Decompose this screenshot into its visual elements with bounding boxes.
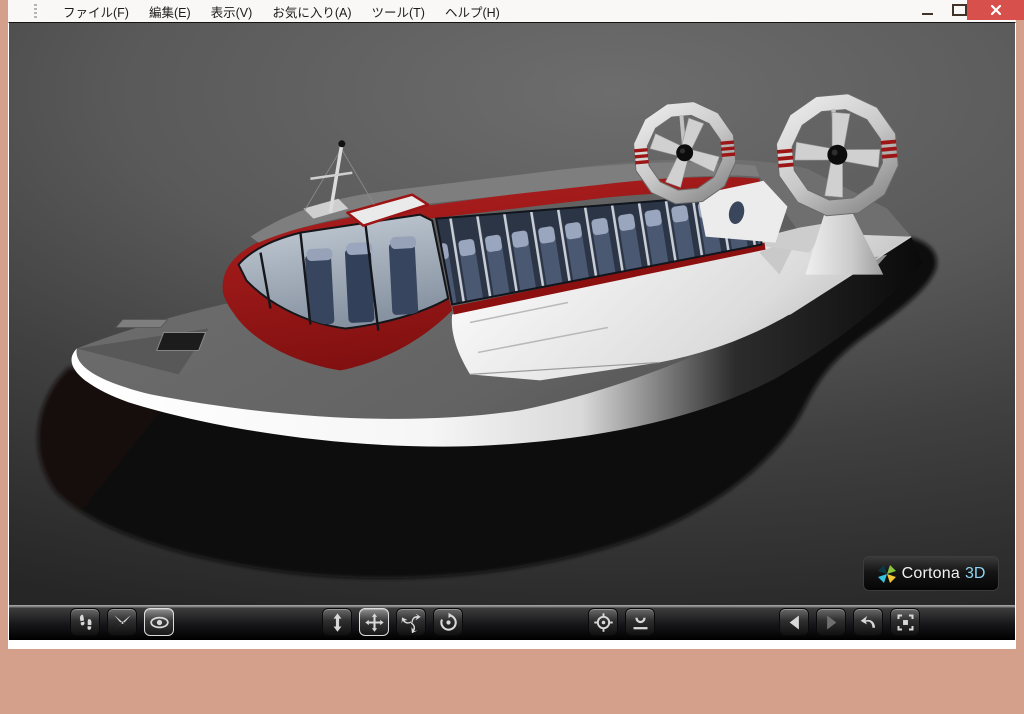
viewport-3d[interactable]: Cortona 3D [8, 22, 1016, 605]
minimize-icon [922, 13, 933, 15]
straighten-icon [630, 612, 651, 633]
spin-arrow-icon [438, 612, 459, 633]
deck-hatch-front [116, 319, 168, 327]
rotate-arrows-icon [401, 612, 422, 633]
turn-button[interactable] [396, 608, 426, 636]
undo-arrow-icon [858, 612, 879, 633]
up-down-arrow-icon [327, 612, 348, 633]
fit-brackets-icon [895, 612, 916, 633]
seek-button[interactable] [588, 608, 618, 636]
fly-icon [112, 612, 133, 633]
close-icon [989, 3, 1003, 17]
cortona-toolbar [8, 605, 1016, 640]
client-area: ファイル(F) 編集(E) 表示(V) お気に入り(A) ツール(T) ヘルプ(… [8, 0, 1016, 649]
fly-mode-button[interactable] [107, 608, 137, 636]
logo-brand-text: Cortona [902, 565, 960, 583]
minimize-button[interactable] [912, 0, 942, 20]
deck-hatch-opening [157, 332, 206, 350]
title-bar [0, 0, 1024, 22]
maximize-icon [952, 4, 967, 16]
close-button[interactable] [967, 0, 1024, 20]
fit-to-window-button[interactable] [890, 608, 920, 636]
prev-viewpoint-button[interactable] [779, 608, 809, 636]
pan-button[interactable] [359, 608, 389, 636]
walk-icon [75, 612, 96, 633]
browser-window: C:¥Users¥pc-user¥Desktop¥N e C:¥Users¥pc… [0, 0, 1024, 714]
cortona3d-logo[interactable]: Cortona 3D [863, 556, 999, 591]
walk-mode-button[interactable] [70, 608, 100, 636]
model-seats [305, 236, 418, 325]
study-mode-button[interactable] [144, 608, 174, 636]
next-triangle-icon [821, 612, 842, 633]
restore-viewpoint-button[interactable] [853, 608, 883, 636]
hovercraft-model-canvas[interactable] [9, 23, 1015, 605]
eye-icon [149, 612, 170, 633]
move-vertical-button[interactable] [322, 608, 352, 636]
logo-suffix-text: 3D [965, 565, 985, 583]
cortona-pinwheel-icon [877, 564, 897, 584]
status-strip [8, 640, 1016, 649]
next-viewpoint-button[interactable] [816, 608, 846, 636]
crosshair-icon [593, 612, 614, 633]
spin-button[interactable] [433, 608, 463, 636]
four-way-arrow-icon [364, 612, 385, 633]
previous-triangle-icon [784, 612, 805, 633]
straighten-button[interactable] [625, 608, 655, 636]
